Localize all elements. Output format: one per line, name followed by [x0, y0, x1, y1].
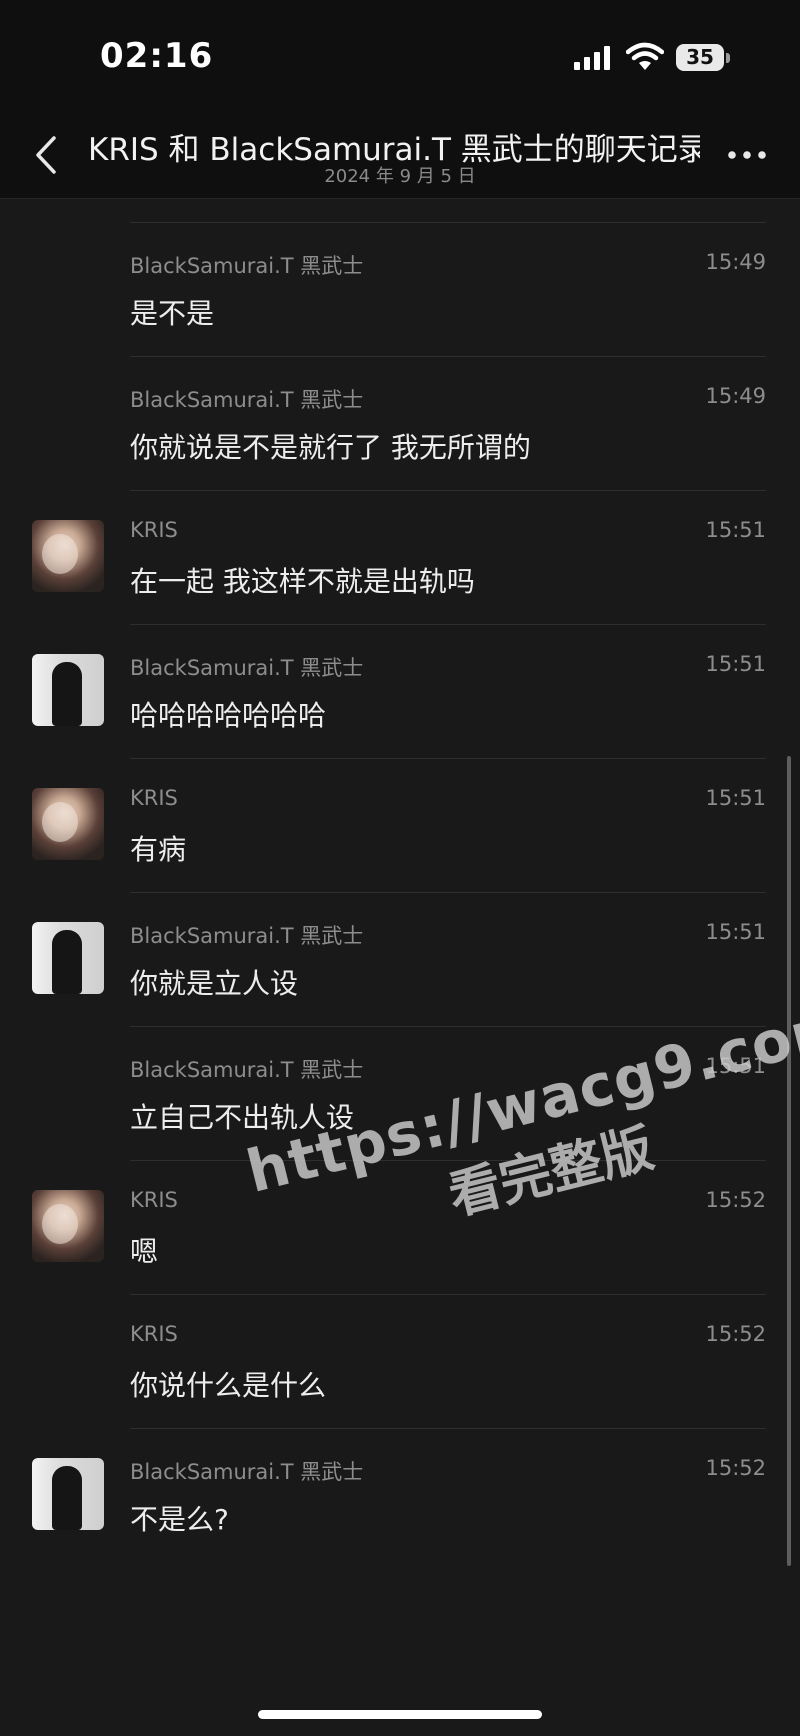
message-time: 15:51: [705, 652, 766, 676]
message-item[interactable]: KRIS 15:51 有病: [0, 758, 800, 892]
avatar-kris[interactable]: [32, 520, 104, 592]
message-time: 15:52: [705, 1456, 766, 1480]
message-item[interactable]: KRIS 15:52 嗯: [0, 1160, 800, 1294]
message-sender: KRIS: [130, 786, 178, 810]
message-time: 15:52: [705, 1188, 766, 1212]
home-indicator[interactable]: [258, 1710, 542, 1719]
chat-date: 2024 年 9 月 5 日: [324, 166, 476, 187]
divider: [130, 1428, 766, 1429]
message-sender: BlackSamurai.T 黑武士: [130, 388, 364, 412]
message-item[interactable]: BlackSamurai.T 黑武士 15:49 是不是: [0, 222, 800, 356]
message-time: 15:49: [705, 384, 766, 408]
message-item[interactable]: BlackSamurai.T 黑武士 15:51 立自己不出轨人设: [0, 1026, 800, 1160]
message-item[interactable]: KRIS 15:51 在一起 我这样不就是出轨吗: [0, 490, 800, 624]
message-text: 你就是立人设: [130, 967, 299, 1000]
message-text: 不是么?: [130, 1503, 229, 1536]
message-time: 15:51: [705, 1054, 766, 1078]
message-sender: BlackSamurai.T 黑武士: [130, 254, 364, 278]
battery-cap: [726, 53, 730, 63]
signal-icon: [574, 46, 610, 70]
message-text: 有病: [130, 833, 187, 866]
avatar-kris[interactable]: [32, 788, 104, 860]
message-text: 是不是: [130, 297, 215, 330]
divider: [130, 1160, 766, 1161]
message-item[interactable]: BlackSamurai.T 黑武士 15:51 你就是立人设: [0, 892, 800, 1026]
message-time: 15:51: [705, 518, 766, 542]
nav-bar: KRIS 和 BlackSamurai.T 黑武士的聊天记录 2024 年 9 …: [0, 118, 800, 199]
message-sender: BlackSamurai.T 黑武士: [130, 1058, 364, 1082]
message-time: 15:51: [705, 920, 766, 944]
message-sender: KRIS: [130, 1188, 178, 1212]
message-text: 你说什么是什么: [130, 1369, 327, 1402]
message-sender: BlackSamurai.T 黑武士: [130, 1460, 364, 1484]
message-item[interactable]: BlackSamurai.T 黑武士 15:52 不是么?: [0, 1428, 800, 1562]
divider: [130, 758, 766, 759]
message-item[interactable]: BlackSamurai.T 黑武士 15:49 你就说是不是就行了 我无所谓的: [0, 356, 800, 490]
message-sender: KRIS: [130, 518, 178, 542]
divider: [130, 222, 766, 223]
message-text: 你就说是不是就行了 我无所谓的: [130, 431, 531, 464]
message-time: 15:49: [705, 250, 766, 274]
message-item[interactable]: KRIS 15:52 你说什么是什么: [0, 1294, 800, 1428]
message-sender: BlackSamurai.T 黑武士: [130, 656, 364, 680]
message-time: 15:51: [705, 786, 766, 810]
divider: [130, 1294, 766, 1295]
message-sender: BlackSamurai.T 黑武士: [130, 924, 364, 948]
message-text: 嗯: [130, 1235, 159, 1268]
more-button[interactable]: [722, 140, 772, 170]
divider: [130, 892, 766, 893]
status-bar: 02:16 35: [0, 0, 800, 118]
more-dots-icon: [728, 151, 766, 159]
message-list[interactable]: BlackSamurai.T 黑武士 15:49 是不是 BlackSamura…: [0, 222, 800, 1562]
scrollbar[interactable]: [787, 756, 791, 1566]
avatar-blacksamurai[interactable]: [32, 654, 104, 726]
avatar-kris[interactable]: [32, 1190, 104, 1262]
message-item[interactable]: BlackSamurai.T 黑武士 15:51 哈哈哈哈哈哈哈: [0, 624, 800, 758]
status-time: 02:16: [100, 36, 214, 76]
avatar-blacksamurai[interactable]: [32, 922, 104, 994]
avatar-blacksamurai[interactable]: [32, 1458, 104, 1530]
message-text: 在一起 我这样不就是出轨吗: [130, 565, 475, 598]
message-text: 哈哈哈哈哈哈哈: [130, 699, 327, 732]
divider: [130, 1026, 766, 1027]
divider: [130, 356, 766, 357]
message-text: 立自己不出轨人设: [130, 1101, 355, 1134]
wifi-icon: [626, 42, 664, 70]
battery-icon: 35: [676, 44, 724, 71]
message-time: 15:52: [705, 1322, 766, 1346]
divider: [130, 624, 766, 625]
message-sender: KRIS: [130, 1322, 178, 1346]
divider: [130, 490, 766, 491]
